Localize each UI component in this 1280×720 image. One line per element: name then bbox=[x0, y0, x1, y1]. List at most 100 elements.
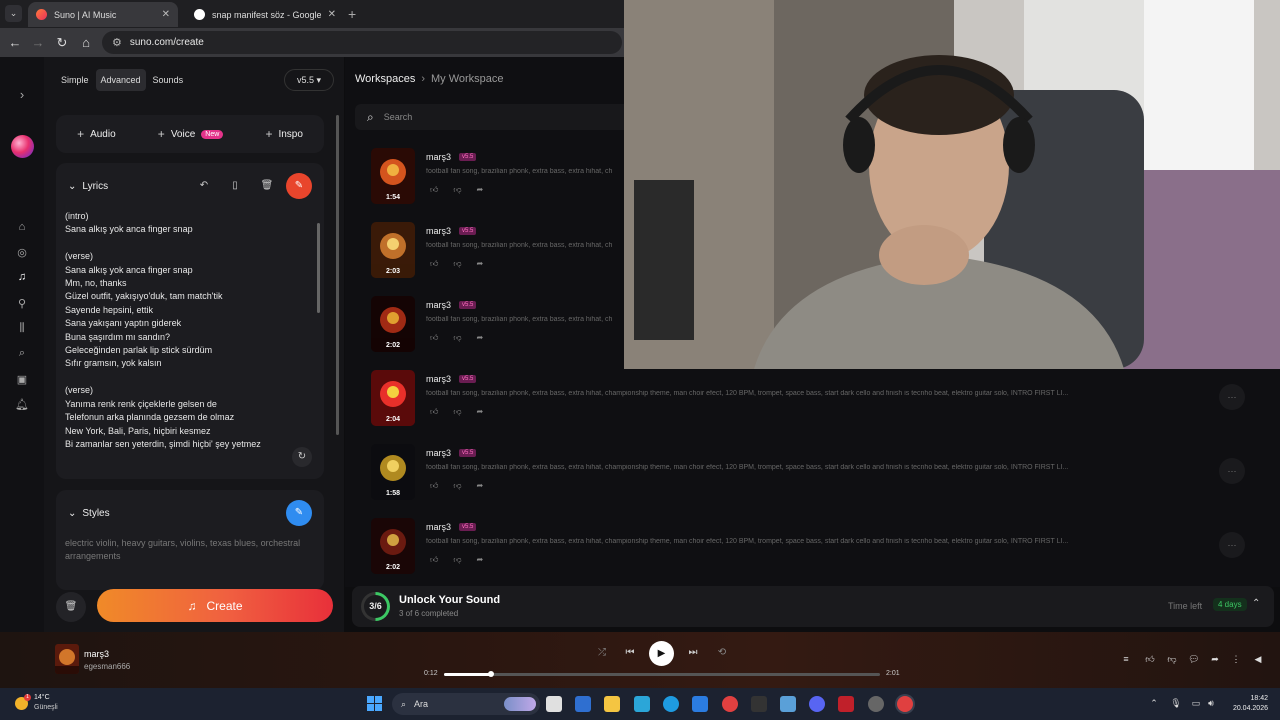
tab-advanced[interactable]: Advanced bbox=[95, 69, 146, 91]
unlock-banner[interactable]: 3/6 Unlock Your Sound 3 of 6 completed T… bbox=[352, 586, 1274, 627]
add-inspo-button[interactable]: + Inspo bbox=[265, 127, 302, 141]
capcut-icon[interactable] bbox=[751, 696, 767, 712]
lyrics-scrollbar[interactable] bbox=[317, 223, 320, 313]
song-title[interactable]: marş3 bbox=[426, 152, 451, 162]
share-icon[interactable]: ➦ bbox=[477, 185, 484, 195]
like-icon[interactable]: 👍︎ bbox=[430, 481, 438, 491]
microphone-icon[interactable]: 🎙︎ bbox=[1170, 698, 1182, 709]
create-button[interactable]: ♫ Create bbox=[97, 589, 333, 622]
seek-bar[interactable] bbox=[444, 671, 880, 677]
studio-nav-icon[interactable]: ⚲ bbox=[14, 297, 30, 310]
copy-icon[interactable]: ▯ bbox=[222, 173, 248, 199]
like-icon[interactable]: 👍︎ bbox=[430, 259, 438, 269]
next-icon[interactable]: ⏭︎ bbox=[685, 647, 701, 658]
like-icon[interactable]: 👍︎ bbox=[430, 333, 438, 343]
share-icon[interactable]: ➦ bbox=[477, 333, 484, 343]
hooks-nav-icon[interactable]: ▣ bbox=[14, 373, 30, 386]
dislike-icon[interactable]: 👎︎ bbox=[453, 185, 461, 195]
weather-temperature[interactable]: 14°C bbox=[34, 694, 50, 701]
chrome-icon[interactable] bbox=[722, 696, 738, 712]
close-tab-icon[interactable]: ✕ bbox=[328, 9, 336, 20]
edge-icon[interactable] bbox=[663, 696, 679, 712]
volume-icon[interactable]: ◀ bbox=[1251, 654, 1265, 665]
undo-icon[interactable]: ↶ bbox=[191, 173, 217, 199]
generate-styles-button[interactable]: ✎ bbox=[286, 500, 312, 526]
weather-description[interactable]: Güneşli bbox=[34, 704, 58, 711]
chrome-active-icon[interactable] bbox=[897, 696, 913, 712]
song-title[interactable]: marş3 bbox=[426, 374, 451, 384]
song-title[interactable]: marş3 bbox=[426, 226, 451, 236]
more-options-button[interactable]: ··· bbox=[1219, 532, 1245, 558]
task-view-icon[interactable] bbox=[546, 696, 562, 712]
create-nav-icon[interactable]: ♫ bbox=[14, 271, 30, 283]
song-cover[interactable]: 2:02 bbox=[371, 296, 415, 352]
now-playing-user[interactable]: egesman666 bbox=[84, 662, 130, 671]
back-icon[interactable]: ← bbox=[7, 35, 23, 50]
system-clock[interactable]: 18:42 20.04.2026 bbox=[1228, 694, 1268, 714]
styles-input[interactable]: electric violin, heavy guitars, violins,… bbox=[65, 537, 301, 564]
now-playing-title[interactable]: marş3 bbox=[84, 649, 109, 659]
more-options-icon[interactable]: ⋮ bbox=[1229, 654, 1243, 665]
like-icon[interactable]: 👍︎ bbox=[1143, 654, 1157, 665]
refresh-icon[interactable]: ↻ bbox=[292, 447, 312, 467]
panel-scrollbar[interactable] bbox=[334, 105, 341, 575]
app-icon[interactable] bbox=[780, 696, 796, 712]
dislike-icon[interactable]: 👎︎ bbox=[453, 481, 461, 491]
song-cover[interactable]: 1:58 bbox=[371, 444, 415, 500]
address-bar[interactable]: ⚙ suno.com/create bbox=[102, 31, 622, 54]
tab-sounds[interactable]: Sounds bbox=[148, 69, 189, 91]
scroll-thumb[interactable] bbox=[336, 115, 339, 435]
dislike-icon[interactable]: 👎︎ bbox=[453, 333, 461, 343]
add-voice-button[interactable]: + Voice New bbox=[158, 127, 224, 141]
voicemod-icon[interactable] bbox=[838, 696, 854, 712]
notepad-icon[interactable] bbox=[634, 696, 650, 712]
clear-icon[interactable]: 🗑︎ bbox=[254, 173, 280, 199]
site-info-icon[interactable]: ⚙ bbox=[112, 36, 122, 49]
new-tab-icon[interactable]: + bbox=[348, 6, 356, 22]
reload-icon[interactable]: ↻ bbox=[54, 35, 70, 51]
share-icon[interactable]: ➦ bbox=[477, 481, 484, 491]
shuffle-icon[interactable]: ⤮ bbox=[594, 647, 610, 658]
generate-lyrics-button[interactable]: ✎ bbox=[286, 173, 312, 199]
song-cover[interactable]: 2:04 bbox=[371, 370, 415, 426]
song-row[interactable]: 2:04 marş3 v5.5 football fan song, brazilia… bbox=[371, 370, 1251, 430]
comments-icon[interactable]: 💬︎ bbox=[1187, 654, 1201, 665]
expand-sidebar-icon[interactable]: › bbox=[14, 87, 30, 102]
chevron-up-icon[interactable]: ⌃ bbox=[1252, 598, 1260, 609]
discord-icon[interactable] bbox=[809, 696, 825, 712]
styles-toggle[interactable]: ⌄ Styles bbox=[68, 508, 110, 519]
library-nav-icon[interactable]: ⫼ bbox=[14, 322, 30, 335]
add-audio-button[interactable]: + Audio bbox=[77, 127, 116, 141]
profile-orb-icon[interactable] bbox=[11, 135, 34, 158]
mail-icon[interactable] bbox=[692, 696, 708, 712]
forward-icon[interactable]: → bbox=[30, 35, 46, 50]
home-nav-icon[interactable]: ⌂ bbox=[14, 221, 30, 233]
browser-tab-google[interactable]: snap manifest söz - Google'da ✕ bbox=[186, 2, 344, 27]
queue-icon[interactable]: ≡ bbox=[1119, 654, 1133, 664]
dislike-icon[interactable]: 👎︎ bbox=[453, 259, 461, 269]
clear-all-button[interactable]: 🗑︎ bbox=[56, 592, 86, 622]
share-icon[interactable]: ➦ bbox=[477, 259, 484, 269]
close-tab-icon[interactable]: ✕ bbox=[162, 9, 170, 20]
notifications-nav-icon[interactable]: 🔔︎ bbox=[14, 398, 30, 411]
explore-nav-icon[interactable]: ◎ bbox=[14, 246, 30, 259]
seek-handle[interactable] bbox=[487, 671, 494, 677]
tab-simple[interactable]: Simple bbox=[56, 69, 94, 91]
tab-search-icon[interactable]: ⌄ bbox=[5, 5, 22, 22]
display-icon[interactable]: ▭ bbox=[1190, 698, 1202, 709]
dislike-icon[interactable]: 👎︎ bbox=[1165, 654, 1179, 665]
more-options-button[interactable]: ··· bbox=[1219, 458, 1245, 484]
play-button[interactable]: ▶ bbox=[649, 641, 674, 666]
tray-chevron-icon[interactable]: ⌃ bbox=[1148, 698, 1160, 709]
speaker-icon[interactable]: 🔊︎ bbox=[1205, 698, 1217, 709]
share-icon[interactable]: ➦ bbox=[477, 555, 484, 565]
lyrics-input[interactable]: (intro) Sana alkış yok anca finger snap … bbox=[65, 210, 301, 450]
share-icon[interactable]: ➦ bbox=[1208, 654, 1222, 665]
lyrics-toggle[interactable]: ⌄ Lyrics bbox=[68, 181, 108, 192]
song-cover[interactable]: 1:54 bbox=[371, 148, 415, 204]
song-row[interactable]: 1:58 marş3 v5.5 football fan song, brazilia… bbox=[371, 444, 1251, 504]
repeat-icon[interactable]: ⟲ bbox=[714, 647, 730, 658]
song-cover[interactable]: 2:03 bbox=[371, 222, 415, 278]
obs-icon[interactable] bbox=[868, 696, 884, 712]
song-title[interactable]: marş3 bbox=[426, 300, 451, 310]
